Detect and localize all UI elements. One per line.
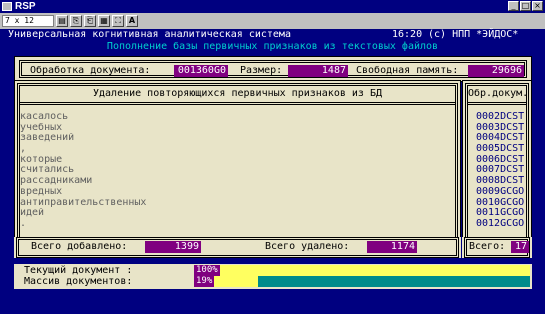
- current-doc-percent: 100%: [194, 265, 220, 276]
- copy-icon[interactable]: ⎘: [70, 15, 82, 27]
- doc-value: 001360G0: [174, 65, 228, 77]
- list-panel: Удаление повторяющихся первичных признак…: [14, 80, 461, 258]
- list-item: 0006DCST: [476, 154, 525, 165]
- code-list: 0002DCST 0003DCST 0004DCST 0005DCST 0006…: [476, 112, 532, 230]
- font-icon[interactable]: A: [126, 15, 138, 27]
- list-item: 0010GCGO: [476, 197, 525, 208]
- added-label: Всего добавлено:: [31, 241, 128, 252]
- size-label: Размер:: [240, 65, 283, 76]
- list-item: рассадниками: [20, 176, 93, 187]
- list-item: 0009GCGO: [476, 186, 525, 197]
- list-item: 0011GCGO: [476, 208, 525, 219]
- code-separator: [468, 102, 526, 105]
- clock: 16:20: [392, 29, 423, 40]
- mark-icon[interactable]: ▤: [56, 15, 68, 27]
- list-item: учебных: [20, 122, 63, 133]
- list-item: 0008DCST: [476, 176, 525, 187]
- copyright: (c) НПП *ЭЙДОС*: [428, 29, 519, 40]
- list-item: считались: [20, 165, 75, 176]
- close-button[interactable]: ×: [532, 1, 543, 11]
- list-title: Удаление повторяющихся первичных признак…: [93, 88, 382, 99]
- list-item: которые: [20, 154, 63, 165]
- maximize-button[interactable]: □: [520, 1, 531, 11]
- fullscreen-icon[interactable]: ▦: [98, 15, 110, 27]
- memory-label: Свободная память:: [356, 65, 459, 76]
- total-label: Всего:: [469, 241, 506, 252]
- list-item: антиправительственных: [20, 197, 147, 208]
- size-value: 1487: [288, 65, 348, 77]
- window-title: RSP: [15, 1, 36, 12]
- array-progress: 19%: [194, 276, 530, 287]
- list-item: заведений: [20, 133, 75, 144]
- stats-panel: Обработка документа: 001360G0 Размер: 14…: [14, 56, 532, 82]
- font-size-select[interactable]: 7 x 12: [2, 15, 54, 27]
- list-item: 0005DCST: [476, 144, 525, 155]
- list-item: 0007DCST: [476, 165, 525, 176]
- total-value: 17: [511, 241, 529, 253]
- list-item: 0003DCST: [476, 122, 525, 133]
- stats-frame: Обработка документа: 001360G0 Размер: 14…: [19, 60, 527, 78]
- list-item: .: [20, 218, 27, 229]
- total-frame: Всего: 17: [464, 237, 530, 258]
- word-list: касалось учебных заведений , которые счи…: [20, 112, 220, 230]
- array-label: Массив документов:: [24, 276, 133, 287]
- doc-label: Обработка документа:: [30, 65, 151, 76]
- added-value: 1399: [145, 241, 201, 253]
- paste-icon[interactable]: ⎗: [84, 15, 96, 27]
- code-panel: Обр.докум. 0002DCST 0003DCST 0004DCST 00…: [462, 80, 532, 258]
- minimize-button[interactable]: _: [508, 1, 519, 11]
- properties-icon[interactable]: ⛶: [112, 15, 124, 27]
- code-frame: Обр.докум. 0002DCST 0003DCST 0004DCST 00…: [465, 83, 529, 255]
- list-item: касалось: [20, 112, 69, 122]
- title-bar: RSP _ □ ×: [0, 0, 545, 13]
- console-area: Универсальная когнитивная аналитическая …: [0, 29, 545, 314]
- list-item: идей: [20, 208, 45, 219]
- window-controls: _ □ ×: [508, 1, 543, 11]
- memory-value: 29696: [468, 65, 524, 77]
- array-percent: 19%: [194, 276, 215, 287]
- list-separator: [20, 102, 455, 105]
- removed-label: Всего удалено:: [265, 241, 350, 252]
- code-title: Обр.докум.: [468, 88, 529, 99]
- toolbar: 7 x 12 ▤ ⎘ ⎗ ▦ ⛶ A: [0, 13, 545, 29]
- totals-frame: Всего добавлено: 1399 Всего удалено: 117…: [16, 237, 459, 258]
- list-item: вредных: [20, 186, 63, 197]
- totals-panel: Всего добавлено: 1399 Всего удалено: 117…: [14, 237, 461, 258]
- list-item: ,: [20, 144, 27, 155]
- system-name: Универсальная когнитивная аналитическая …: [8, 29, 291, 40]
- progress-panel: Текущий документ : 100% Массив документо…: [14, 264, 532, 289]
- list-frame: Удаление повторяющихся первичных признак…: [17, 83, 458, 255]
- app-icon: [2, 2, 12, 11]
- list-item: 0002DCST: [476, 112, 525, 122]
- current-doc-progress: 100%: [194, 265, 530, 276]
- total-panel: Всего: 17: [462, 237, 532, 258]
- subtitle: Пополнение базы первичных признаков из т…: [106, 41, 439, 52]
- current-doc-fill: [194, 265, 530, 276]
- list-item: 0004DCST: [476, 133, 525, 144]
- header-line: Универсальная когнитивная аналитическая …: [8, 29, 534, 41]
- list-item: 0012GCGO: [476, 218, 525, 229]
- removed-value: 1174: [367, 241, 417, 253]
